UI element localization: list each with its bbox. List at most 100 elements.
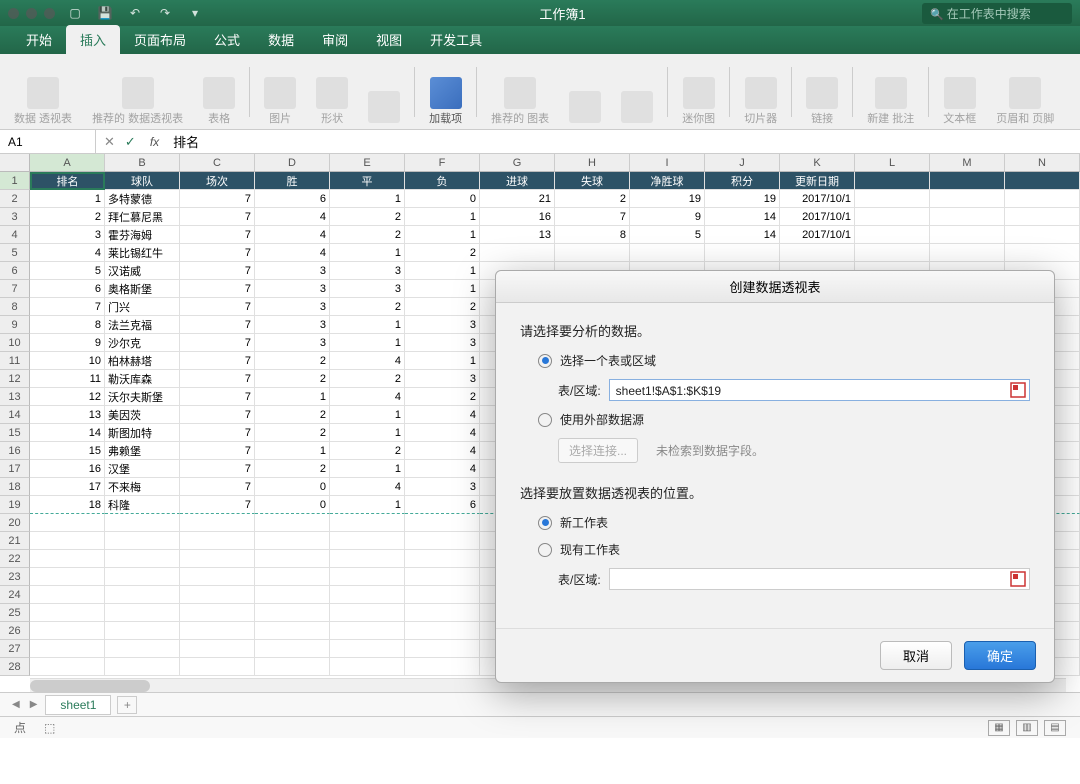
cell[interactable]: 2 (255, 424, 330, 442)
ribbon-item-7[interactable]: 推荐的 图表 (485, 57, 555, 127)
accept-formula-icon[interactable]: ✓ (125, 134, 136, 150)
save-icon-2[interactable]: 💾 (97, 5, 113, 21)
cell[interactable]: 3 (330, 262, 405, 280)
cell[interactable]: 2017/10/1 (780, 208, 855, 226)
cell[interactable] (30, 658, 105, 676)
col-head-J[interactable]: J (705, 154, 780, 171)
cell[interactable] (855, 190, 930, 208)
ribbon-item-2[interactable]: 表格 (197, 57, 241, 127)
cell[interactable]: 7 (180, 208, 255, 226)
row-head[interactable]: 24 (0, 586, 30, 604)
cell[interactable] (405, 532, 480, 550)
cell[interactable]: 2 (405, 244, 480, 262)
cell[interactable]: 2 (255, 370, 330, 388)
cell[interactable]: 7 (180, 244, 255, 262)
cell[interactable] (405, 586, 480, 604)
cell[interactable]: 2 (330, 370, 405, 388)
cell[interactable] (405, 550, 480, 568)
cell[interactable]: 1 (405, 262, 480, 280)
cell[interactable]: 7 (180, 298, 255, 316)
cell[interactable] (1005, 172, 1080, 190)
ribbon-item-8[interactable] (563, 57, 607, 127)
col-head-L[interactable]: L (855, 154, 930, 171)
page-break-icon[interactable]: ▤ (1044, 720, 1066, 736)
cell[interactable]: 4 (330, 388, 405, 406)
cell[interactable] (30, 532, 105, 550)
col-head-H[interactable]: H (555, 154, 630, 171)
cell[interactable] (405, 658, 480, 676)
ribbon-item-4[interactable]: 形状 (310, 57, 354, 127)
cell[interactable]: 6 (30, 280, 105, 298)
cell[interactable] (255, 550, 330, 568)
cell[interactable] (180, 604, 255, 622)
tab-视图[interactable]: 视图 (362, 25, 416, 54)
cell[interactable]: 1 (330, 244, 405, 262)
row-head[interactable]: 21 (0, 532, 30, 550)
maximize-window[interactable] (44, 8, 55, 19)
cell[interactable]: 负 (405, 172, 480, 190)
cell[interactable] (855, 208, 930, 226)
cell[interactable]: 13 (30, 406, 105, 424)
cell[interactable] (30, 550, 105, 568)
cell[interactable]: 3 (255, 280, 330, 298)
cell[interactable]: 7 (180, 280, 255, 298)
cell[interactable] (30, 568, 105, 586)
cell[interactable]: 2 (405, 388, 480, 406)
cell[interactable]: 17 (30, 478, 105, 496)
cell[interactable] (480, 244, 555, 262)
cell[interactable] (105, 604, 180, 622)
cell[interactable] (180, 658, 255, 676)
cell[interactable] (330, 514, 405, 532)
radio-external-source[interactable] (538, 413, 552, 427)
col-head-A[interactable]: A (30, 154, 105, 171)
cell[interactable] (180, 586, 255, 604)
cell[interactable] (1005, 208, 1080, 226)
row-head[interactable]: 19 (0, 496, 30, 514)
cell[interactable]: 3 (255, 298, 330, 316)
cell[interactable] (105, 658, 180, 676)
cell[interactable]: 霍芬海姆 (105, 226, 180, 244)
row-head[interactable]: 12 (0, 370, 30, 388)
name-box[interactable]: A1 (0, 130, 96, 153)
print-icon[interactable]: ▾ (187, 5, 203, 21)
cell[interactable]: 1 (405, 226, 480, 244)
cell[interactable]: 净胜球 (630, 172, 705, 190)
col-head-F[interactable]: F (405, 154, 480, 171)
cell[interactable]: 4 (255, 226, 330, 244)
cell[interactable]: 0 (405, 190, 480, 208)
ribbon-item-15[interactable]: 页眉和 页脚 (990, 57, 1060, 127)
cell[interactable] (330, 532, 405, 550)
cell[interactable]: 门兴 (105, 298, 180, 316)
cell[interactable] (30, 586, 105, 604)
cell[interactable]: 场次 (180, 172, 255, 190)
col-head-B[interactable]: B (105, 154, 180, 171)
redo-icon[interactable]: ↷ (157, 5, 173, 21)
cell[interactable]: 1 (405, 352, 480, 370)
cell[interactable]: 勒沃库森 (105, 370, 180, 388)
range-picker-icon[interactable] (1010, 382, 1026, 398)
cell[interactable]: 14 (30, 424, 105, 442)
cell[interactable]: 4 (255, 208, 330, 226)
cell[interactable]: 奥格斯堡 (105, 280, 180, 298)
cell[interactable]: 莱比锡红牛 (105, 244, 180, 262)
cell[interactable]: 7 (180, 352, 255, 370)
row-head[interactable]: 3 (0, 208, 30, 226)
col-head-M[interactable]: M (930, 154, 1005, 171)
tab-数据[interactable]: 数据 (254, 25, 308, 54)
cell[interactable]: 9 (30, 334, 105, 352)
minimize-window[interactable] (26, 8, 37, 19)
row-head[interactable]: 4 (0, 226, 30, 244)
cell[interactable] (180, 622, 255, 640)
cell[interactable]: 7 (180, 424, 255, 442)
cell[interactable]: 3 (405, 316, 480, 334)
cell[interactable]: 7 (180, 190, 255, 208)
cell[interactable]: 汉诺威 (105, 262, 180, 280)
radio-existing-sheet[interactable] (538, 543, 552, 557)
cell[interactable]: 2 (330, 226, 405, 244)
scrollbar-thumb[interactable] (30, 680, 150, 692)
cell[interactable]: 9 (630, 208, 705, 226)
close-window[interactable] (8, 8, 19, 19)
cell[interactable] (930, 226, 1005, 244)
cell[interactable]: 4 (330, 352, 405, 370)
cell[interactable]: 0 (255, 496, 330, 514)
